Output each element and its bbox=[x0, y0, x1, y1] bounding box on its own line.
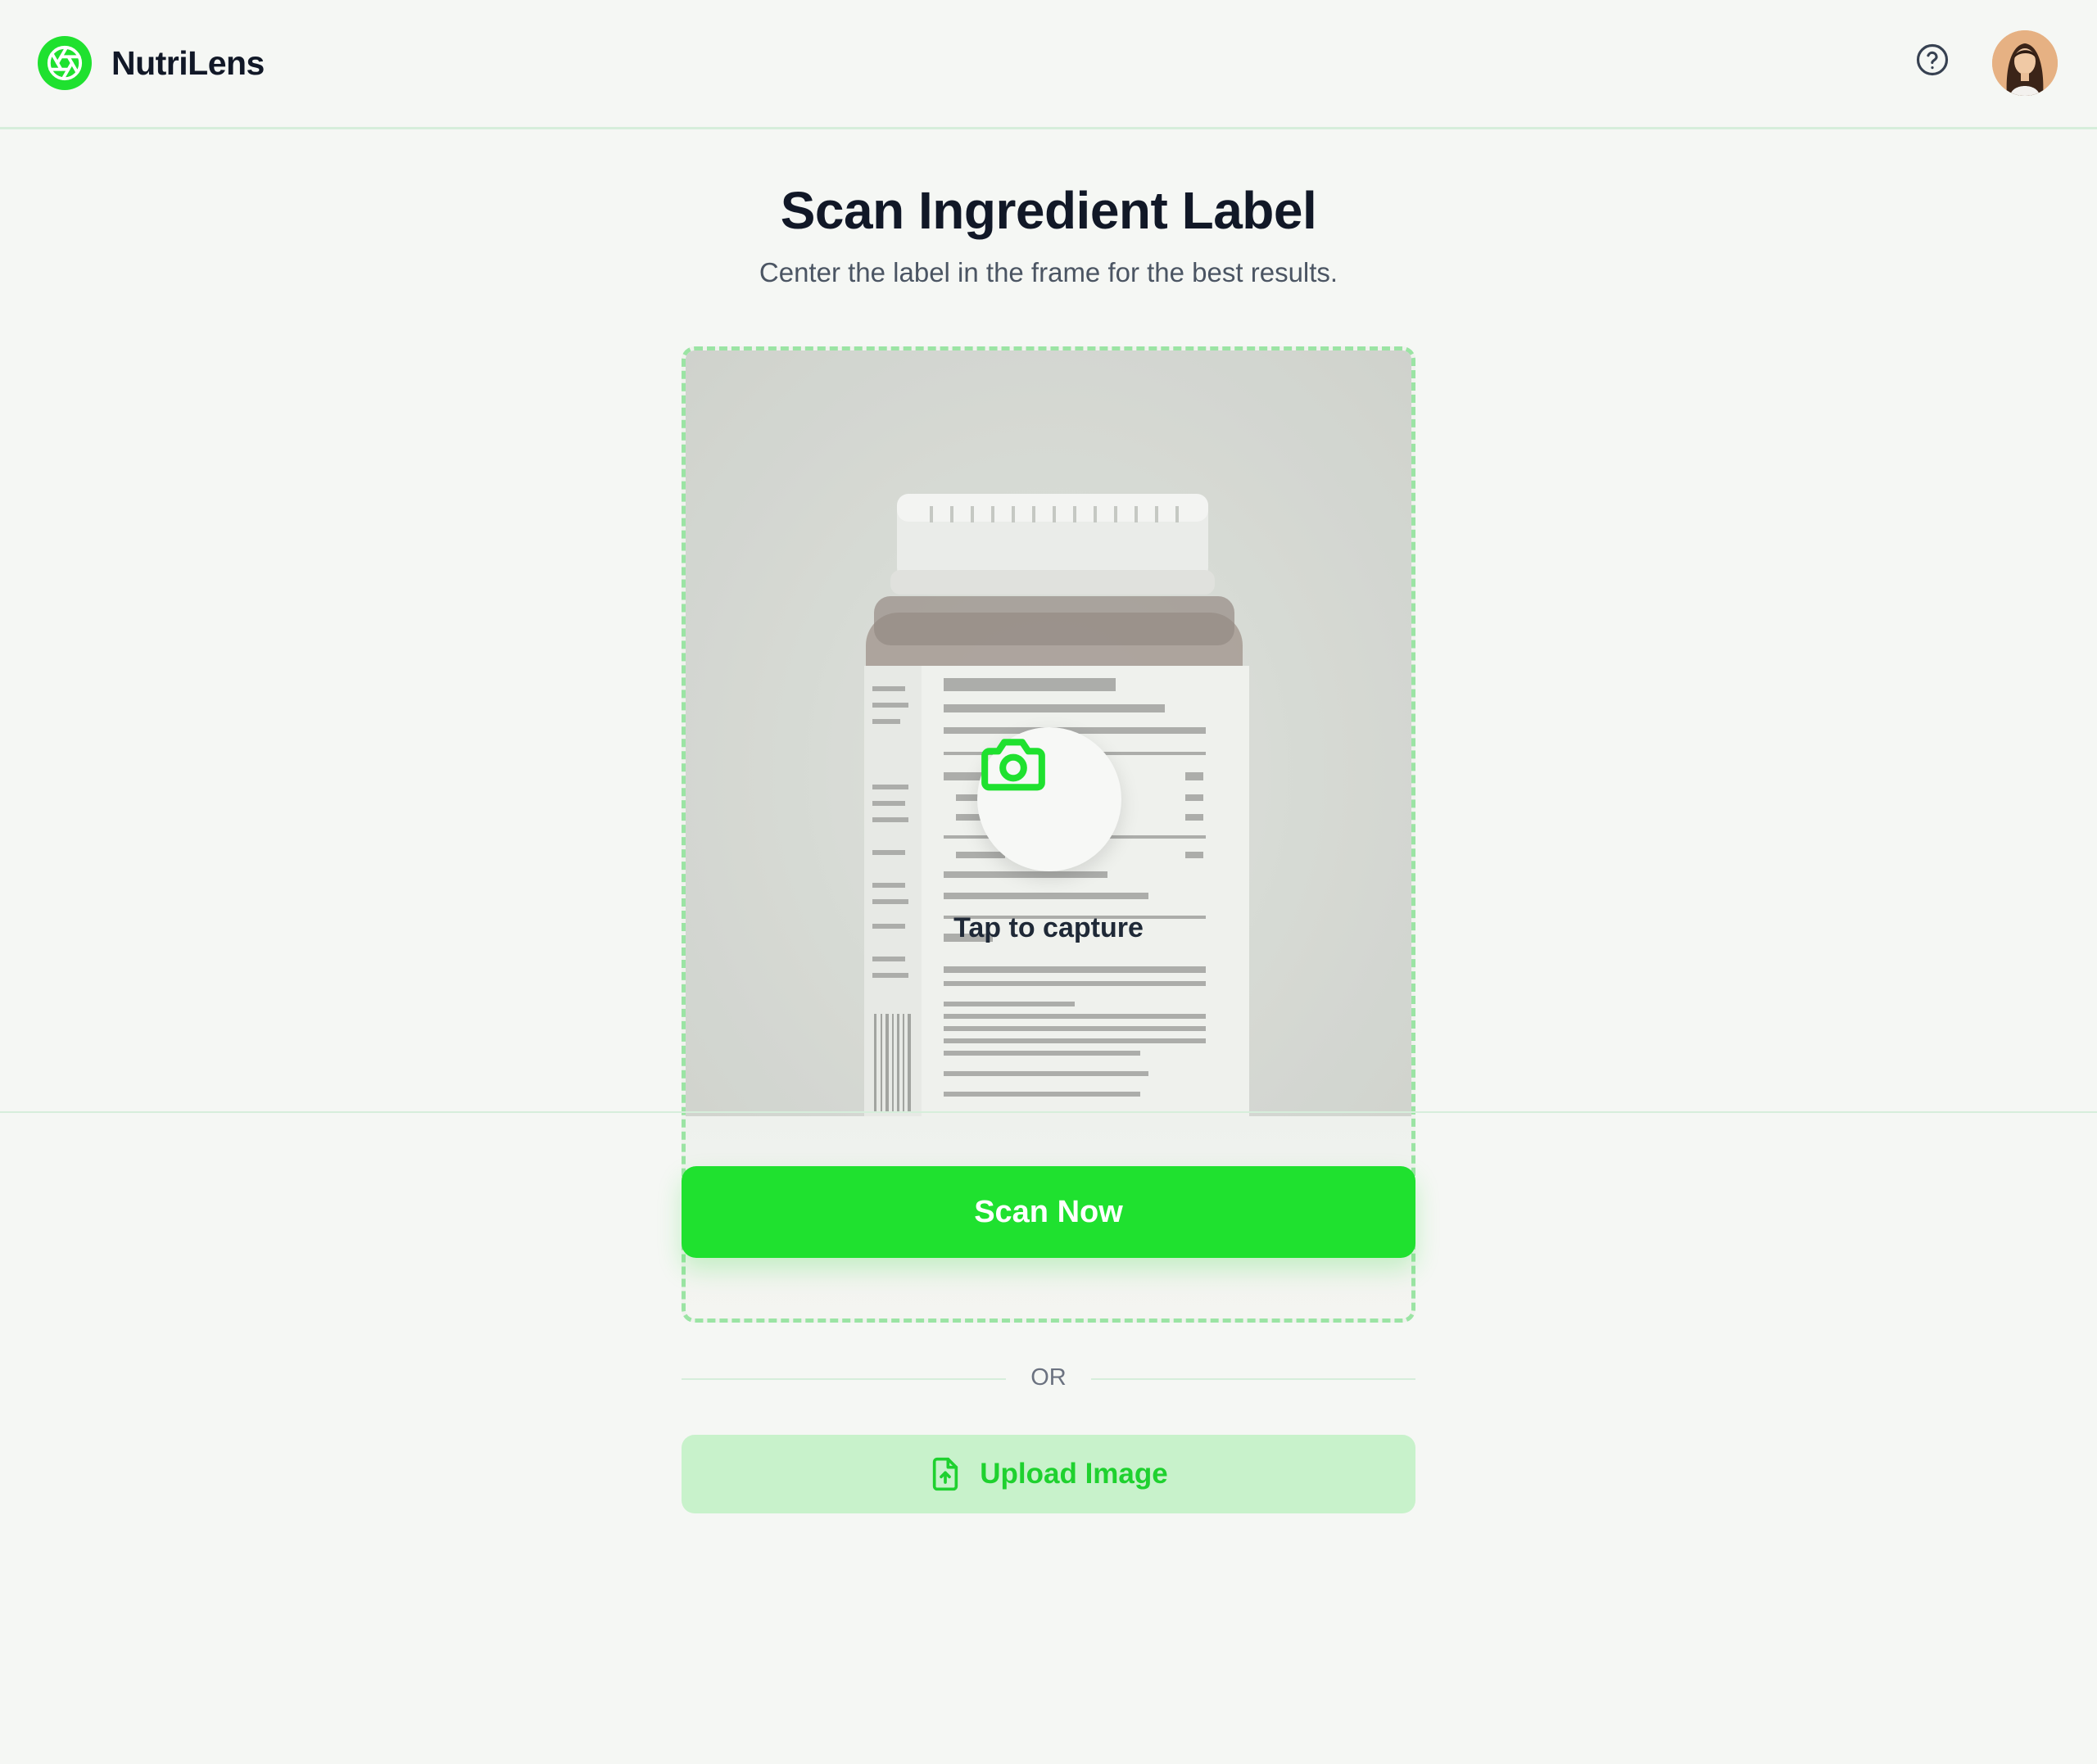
page-title: Scan Ingredient Label bbox=[780, 181, 1317, 240]
or-divider: OR bbox=[682, 1363, 1415, 1395]
capture-label: Tap to capture bbox=[953, 912, 1144, 943]
user-avatar-icon bbox=[1992, 30, 2058, 96]
page-subtitle: Center the label in the frame for the be… bbox=[759, 257, 1338, 287]
upload-image-label: Upload Image bbox=[980, 1458, 1168, 1490]
avatar[interactable] bbox=[1992, 30, 2058, 96]
capture-button[interactable] bbox=[977, 727, 1121, 871]
scan-now-button[interactable]: Scan Now bbox=[682, 1166, 1415, 1258]
help-circle-icon bbox=[1916, 43, 1949, 76]
aperture-logo-icon bbox=[38, 36, 92, 90]
upload-image-button[interactable]: Upload Image bbox=[682, 1435, 1415, 1513]
app-header: NutriLens bbox=[0, 0, 2097, 129]
app-name: NutriLens bbox=[111, 43, 265, 82]
file-upload-icon bbox=[933, 1457, 958, 1491]
brand[interactable]: NutriLens bbox=[38, 36, 265, 90]
camera-preview: Tap to capture bbox=[686, 351, 1411, 1116]
or-divider-line-right bbox=[1091, 1378, 1415, 1380]
help-button[interactable] bbox=[1914, 41, 1951, 79]
section-divider bbox=[0, 1111, 2097, 1113]
camera-icon bbox=[981, 739, 1045, 791]
